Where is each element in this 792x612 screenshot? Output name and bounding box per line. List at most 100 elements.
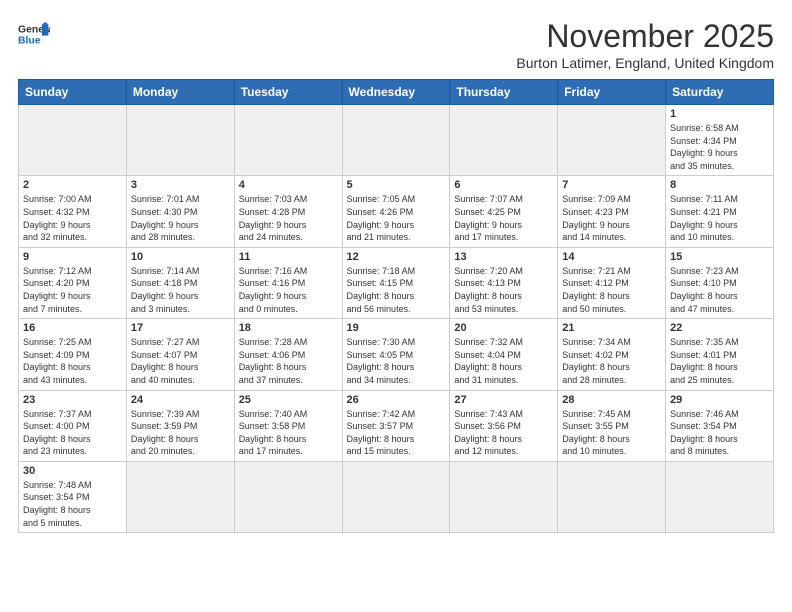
day-number: 8 <box>670 179 769 191</box>
week-row-3: 16 Sunrise: 7:25 AM Sunset: 4:09 PM Dayli… <box>19 319 774 390</box>
calendar-cell <box>558 105 666 176</box>
calendar-cell: 3 Sunrise: 7:01 AM Sunset: 4:30 PM Daylig… <box>126 176 234 247</box>
day-info: Sunrise: 7:05 AM Sunset: 4:26 PM Dayligh… <box>347 193 446 243</box>
day-number: 2 <box>23 179 122 191</box>
day-info: Sunrise: 7:30 AM Sunset: 4:05 PM Dayligh… <box>347 336 446 386</box>
calendar-cell <box>126 461 234 532</box>
day-number: 16 <box>23 322 122 334</box>
day-number: 27 <box>454 394 553 406</box>
day-number: 28 <box>562 394 661 406</box>
calendar-cell <box>666 461 774 532</box>
calendar-cell: 23Sunrise: 7:37 AM Sunset: 4:00 PM Dayli… <box>19 390 127 461</box>
weekday-header-tuesday: Tuesday <box>234 80 342 105</box>
day-info: Sunrise: 7:25 AM Sunset: 4:09 PM Dayligh… <box>23 336 122 386</box>
weekday-header-monday: Monday <box>126 80 234 105</box>
calendar-cell: 10 Sunrise: 7:14 AM Sunset: 4:18 PM Dayli… <box>126 247 234 318</box>
calendar-cell <box>450 105 558 176</box>
calendar-cell: 7 Sunrise: 7:09 AM Sunset: 4:23 PM Daylig… <box>558 176 666 247</box>
weekday-header-friday: Friday <box>558 80 666 105</box>
day-number: 22 <box>670 322 769 334</box>
calendar-cell: 12 Sunrise: 7:18 AM Sunset: 4:15 PM Dayli… <box>342 247 450 318</box>
day-info: Sunrise: 7:32 AM Sunset: 4:04 PM Dayligh… <box>454 336 553 386</box>
day-number: 24 <box>131 394 230 406</box>
calendar-cell: 4Sunrise: 7:03 AM Sunset: 4:28 PM Daylig… <box>234 176 342 247</box>
weekday-header-sunday: Sunday <box>19 80 127 105</box>
day-info: Sunrise: 7:39 AM Sunset: 3:59 PM Dayligh… <box>131 408 230 458</box>
day-info: Sunrise: 7:07 AM Sunset: 4:25 PM Dayligh… <box>454 193 553 243</box>
day-number: 7 <box>562 179 661 191</box>
calendar-cell: 8Sunrise: 7:11 AM Sunset: 4:21 PM Daylig… <box>666 176 774 247</box>
logo-icon: General Blue <box>18 18 50 50</box>
day-number: 3 <box>131 179 230 191</box>
day-info: Sunrise: 7:40 AM Sunset: 3:58 PM Dayligh… <box>239 408 338 458</box>
day-number: 30 <box>23 465 122 477</box>
day-number: 9 <box>23 251 122 263</box>
calendar-cell: 27 Sunrise: 7:43 AM Sunset: 3:56 PM Dayli… <box>450 390 558 461</box>
day-number: 17 <box>131 322 230 334</box>
week-row-4: 23Sunrise: 7:37 AM Sunset: 4:00 PM Dayli… <box>19 390 774 461</box>
calendar-cell: 11Sunrise: 7:16 AM Sunset: 4:16 PM Dayli… <box>234 247 342 318</box>
day-info: Sunrise: 7:45 AM Sunset: 3:55 PM Dayligh… <box>562 408 661 458</box>
day-info: Sunrise: 7:27 AM Sunset: 4:07 PM Dayligh… <box>131 336 230 386</box>
calendar-cell: 20 Sunrise: 7:32 AM Sunset: 4:04 PM Dayli… <box>450 319 558 390</box>
calendar-cell: 15Sunrise: 7:23 AM Sunset: 4:10 PM Dayli… <box>666 247 774 318</box>
week-row-2: 9 Sunrise: 7:12 AM Sunset: 4:20 PM Daylig… <box>19 247 774 318</box>
calendar-cell: 28 Sunrise: 7:45 AM Sunset: 3:55 PM Dayli… <box>558 390 666 461</box>
week-row-0: 1 Sunrise: 6:58 AM Sunset: 4:34 PM Daylig… <box>19 105 774 176</box>
day-number: 25 <box>239 394 338 406</box>
day-number: 10 <box>131 251 230 263</box>
day-number: 18 <box>239 322 338 334</box>
day-info: Sunrise: 7:28 AM Sunset: 4:06 PM Dayligh… <box>239 336 338 386</box>
day-info: Sunrise: 7:09 AM Sunset: 4:23 PM Dayligh… <box>562 193 661 243</box>
day-info: Sunrise: 7:12 AM Sunset: 4:20 PM Dayligh… <box>23 265 122 315</box>
weekday-header-wednesday: Wednesday <box>342 80 450 105</box>
calendar-cell <box>234 461 342 532</box>
day-info: Sunrise: 7:46 AM Sunset: 3:54 PM Dayligh… <box>670 408 769 458</box>
calendar-cell: 5Sunrise: 7:05 AM Sunset: 4:26 PM Daylig… <box>342 176 450 247</box>
day-number: 26 <box>347 394 446 406</box>
day-info: Sunrise: 7:18 AM Sunset: 4:15 PM Dayligh… <box>347 265 446 315</box>
day-info: Sunrise: 7:37 AM Sunset: 4:00 PM Dayligh… <box>23 408 122 458</box>
location-title: Burton Latimer, England, United Kingdom <box>516 55 774 71</box>
calendar-cell <box>234 105 342 176</box>
header-area: General Blue November 2025 Burton Latime… <box>18 18 774 71</box>
calendar-cell: 21 Sunrise: 7:34 AM Sunset: 4:02 PM Dayli… <box>558 319 666 390</box>
day-info: Sunrise: 7:01 AM Sunset: 4:30 PM Dayligh… <box>131 193 230 243</box>
day-info: Sunrise: 7:43 AM Sunset: 3:56 PM Dayligh… <box>454 408 553 458</box>
calendar-cell: 16 Sunrise: 7:25 AM Sunset: 4:09 PM Dayli… <box>19 319 127 390</box>
svg-text:Blue: Blue <box>18 36 41 47</box>
day-info: Sunrise: 7:00 AM Sunset: 4:32 PM Dayligh… <box>23 193 122 243</box>
day-info: Sunrise: 7:20 AM Sunset: 4:13 PM Dayligh… <box>454 265 553 315</box>
day-info: Sunrise: 7:16 AM Sunset: 4:16 PM Dayligh… <box>239 265 338 315</box>
calendar-cell <box>19 105 127 176</box>
calendar-cell: 17 Sunrise: 7:27 AM Sunset: 4:07 PM Dayli… <box>126 319 234 390</box>
day-info: Sunrise: 6:58 AM Sunset: 4:34 PM Dayligh… <box>670 122 769 172</box>
calendar-cell <box>450 461 558 532</box>
logo: General Blue <box>18 18 52 50</box>
calendar-cell <box>342 461 450 532</box>
day-info: Sunrise: 7:48 AM Sunset: 3:54 PM Dayligh… <box>23 479 122 529</box>
day-number: 13 <box>454 251 553 263</box>
weekday-header-row: SundayMondayTuesdayWednesdayThursdayFrid… <box>19 80 774 105</box>
calendar-cell: 9 Sunrise: 7:12 AM Sunset: 4:20 PM Daylig… <box>19 247 127 318</box>
calendar-cell: 2 Sunrise: 7:00 AM Sunset: 4:32 PM Daylig… <box>19 176 127 247</box>
calendar-cell: 18 Sunrise: 7:28 AM Sunset: 4:06 PM Dayli… <box>234 319 342 390</box>
day-number: 20 <box>454 322 553 334</box>
calendar-cell <box>342 105 450 176</box>
day-info: Sunrise: 7:14 AM Sunset: 4:18 PM Dayligh… <box>131 265 230 315</box>
week-row-1: 2 Sunrise: 7:00 AM Sunset: 4:32 PM Daylig… <box>19 176 774 247</box>
day-number: 4 <box>239 179 338 191</box>
day-info: Sunrise: 7:21 AM Sunset: 4:12 PM Dayligh… <box>562 265 661 315</box>
calendar-cell: 26Sunrise: 7:42 AM Sunset: 3:57 PM Dayli… <box>342 390 450 461</box>
calendar-cell <box>126 105 234 176</box>
day-number: 1 <box>670 108 769 120</box>
calendar-cell: 19Sunrise: 7:30 AM Sunset: 4:05 PM Dayli… <box>342 319 450 390</box>
title-area: November 2025 Burton Latimer, England, U… <box>516 18 774 71</box>
day-info: Sunrise: 7:34 AM Sunset: 4:02 PM Dayligh… <box>562 336 661 386</box>
day-number: 6 <box>454 179 553 191</box>
day-info: Sunrise: 7:23 AM Sunset: 4:10 PM Dayligh… <box>670 265 769 315</box>
day-number: 21 <box>562 322 661 334</box>
day-number: 12 <box>347 251 446 263</box>
calendar-cell: 13 Sunrise: 7:20 AM Sunset: 4:13 PM Dayli… <box>450 247 558 318</box>
month-title: November 2025 <box>516 18 774 55</box>
